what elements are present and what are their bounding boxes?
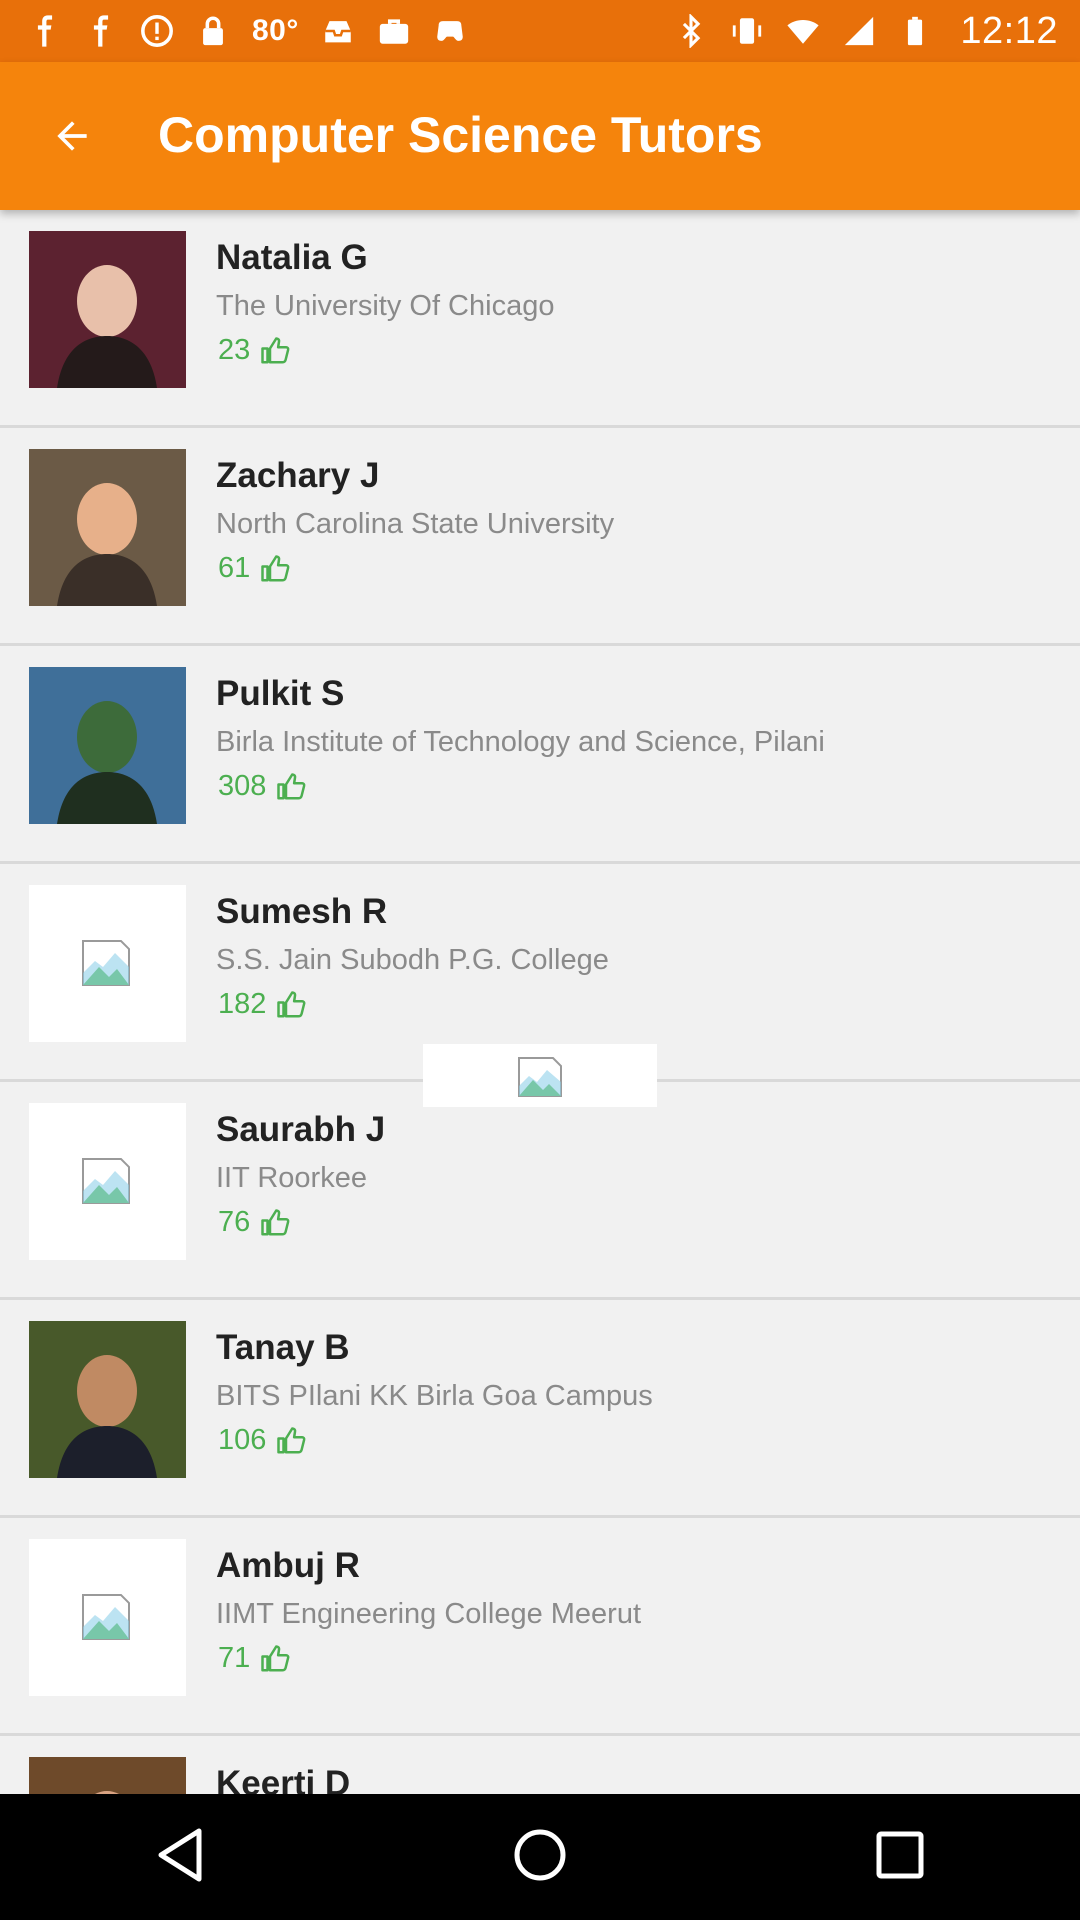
likes-badge: 106 [218, 1424, 306, 1457]
likes-badge: 182 [218, 988, 306, 1021]
thumbs-up-icon [260, 554, 290, 584]
tutor-name: Saurabh J [216, 1110, 386, 1149]
inbox-icon [321, 14, 355, 48]
battery-icon [898, 14, 932, 48]
tutor-avatar [29, 1757, 186, 1794]
likes-count: 106 [218, 1424, 267, 1456]
tutor-list[interactable]: Natalia G The University Of Chicago 23 Zach… [0, 210, 1080, 1794]
thumbs-up-icon [276, 772, 306, 802]
tutor-school: S.S. Jain Subodh P.G. College [216, 944, 609, 976]
back-triangle-icon [155, 1827, 205, 1888]
broken-image-icon [29, 1539, 186, 1696]
tutor-name: Keerti D [216, 1764, 351, 1794]
bluetooth-icon [674, 14, 708, 48]
broken-image-icon [29, 885, 186, 1042]
broken-image-icon [423, 1044, 657, 1107]
game-icon [433, 14, 467, 48]
thumbs-up-icon [260, 1644, 290, 1674]
broken-image-icon [29, 1103, 186, 1260]
tutor-list-item[interactable]: Ambuj R IIMT Engineering College Meerut 71 [0, 1518, 1080, 1736]
tutor-school: The University Of Chicago [216, 290, 555, 322]
tutor-school: IIMT Engineering College Meerut [216, 1598, 642, 1630]
recents-square-icon [875, 1830, 925, 1885]
tutor-name: Natalia G [216, 238, 368, 277]
tutor-avatar [29, 231, 186, 388]
likes-count: 76 [218, 1206, 251, 1238]
arrow-back-icon [50, 114, 94, 163]
nav-recents-button[interactable] [860, 1817, 940, 1897]
tutor-avatar [29, 667, 186, 824]
thumbs-up-icon [260, 1208, 290, 1238]
back-button[interactable] [36, 102, 108, 174]
likes-count: 308 [218, 770, 267, 802]
nav-home-button[interactable] [500, 1817, 580, 1897]
nav-back-button[interactable] [140, 1817, 220, 1897]
likes-count: 23 [218, 334, 251, 366]
tutor-name: Sumesh R [216, 892, 388, 931]
likes-count: 71 [218, 1642, 251, 1674]
likes-badge: 308 [218, 770, 306, 803]
tutor-name: Pulkit S [216, 674, 345, 713]
tutor-list-item[interactable]: Saurabh J IIT Roorkee 76 [0, 1082, 1080, 1300]
status-bar: 80° 12:12 [0, 0, 1080, 62]
tutor-school: North Carolina State University [216, 508, 615, 540]
tutor-name: Tanay B [216, 1328, 350, 1367]
clock: 12:12 [960, 9, 1058, 52]
tutor-list-item[interactable]: Pulkit S Birla Institute of Technology an… [0, 646, 1080, 864]
home-circle-icon [513, 1828, 567, 1887]
tutor-avatar [29, 1321, 186, 1478]
thumbs-up-icon [276, 990, 306, 1020]
tutor-name: Ambuj R [216, 1546, 360, 1585]
tutor-name: Zachary J [216, 456, 380, 495]
tutor-list-item[interactable]: Keerti D [0, 1736, 1080, 1794]
page-title: Computer Science Tutors [158, 107, 763, 163]
tutor-school: Birla Institute of Technology and Scienc… [216, 726, 825, 758]
likes-count: 182 [218, 988, 267, 1020]
likes-count: 61 [218, 552, 251, 584]
vibrate-icon [730, 14, 764, 48]
signal-icon [842, 14, 876, 48]
likes-badge: 76 [218, 1206, 290, 1239]
thumbs-up-icon [276, 1426, 306, 1456]
briefcase-icon [377, 14, 411, 48]
likes-badge: 61 [218, 552, 290, 585]
temperature-text: 80° [252, 14, 299, 47]
tutor-school: IIT Roorkee [216, 1162, 367, 1194]
alert-icon [140, 14, 174, 48]
lock-icon [196, 14, 230, 48]
tutor-list-item[interactable]: Natalia G The University Of Chicago 23 [0, 210, 1080, 428]
likes-badge: 71 [218, 1642, 290, 1675]
facebook-icon [28, 14, 62, 48]
wifi-icon [786, 14, 820, 48]
notification-icons: 80° [28, 14, 467, 48]
navigation-bar [0, 1794, 1080, 1920]
thumbs-up-icon [260, 336, 290, 366]
facebook-icon [84, 14, 118, 48]
likes-badge: 23 [218, 334, 290, 367]
app-bar: Computer Science Tutors [0, 62, 1080, 210]
tutor-school: BITS PIlani KK Birla Goa Campus [216, 1380, 653, 1412]
tutor-list-item[interactable]: Zachary J North Carolina State University… [0, 428, 1080, 646]
tutor-list-item[interactable]: Tanay B BITS PIlani KK Birla Goa Campus 10… [0, 1300, 1080, 1518]
tutor-avatar [29, 449, 186, 606]
system-icons: 12:12 [674, 10, 1058, 53]
